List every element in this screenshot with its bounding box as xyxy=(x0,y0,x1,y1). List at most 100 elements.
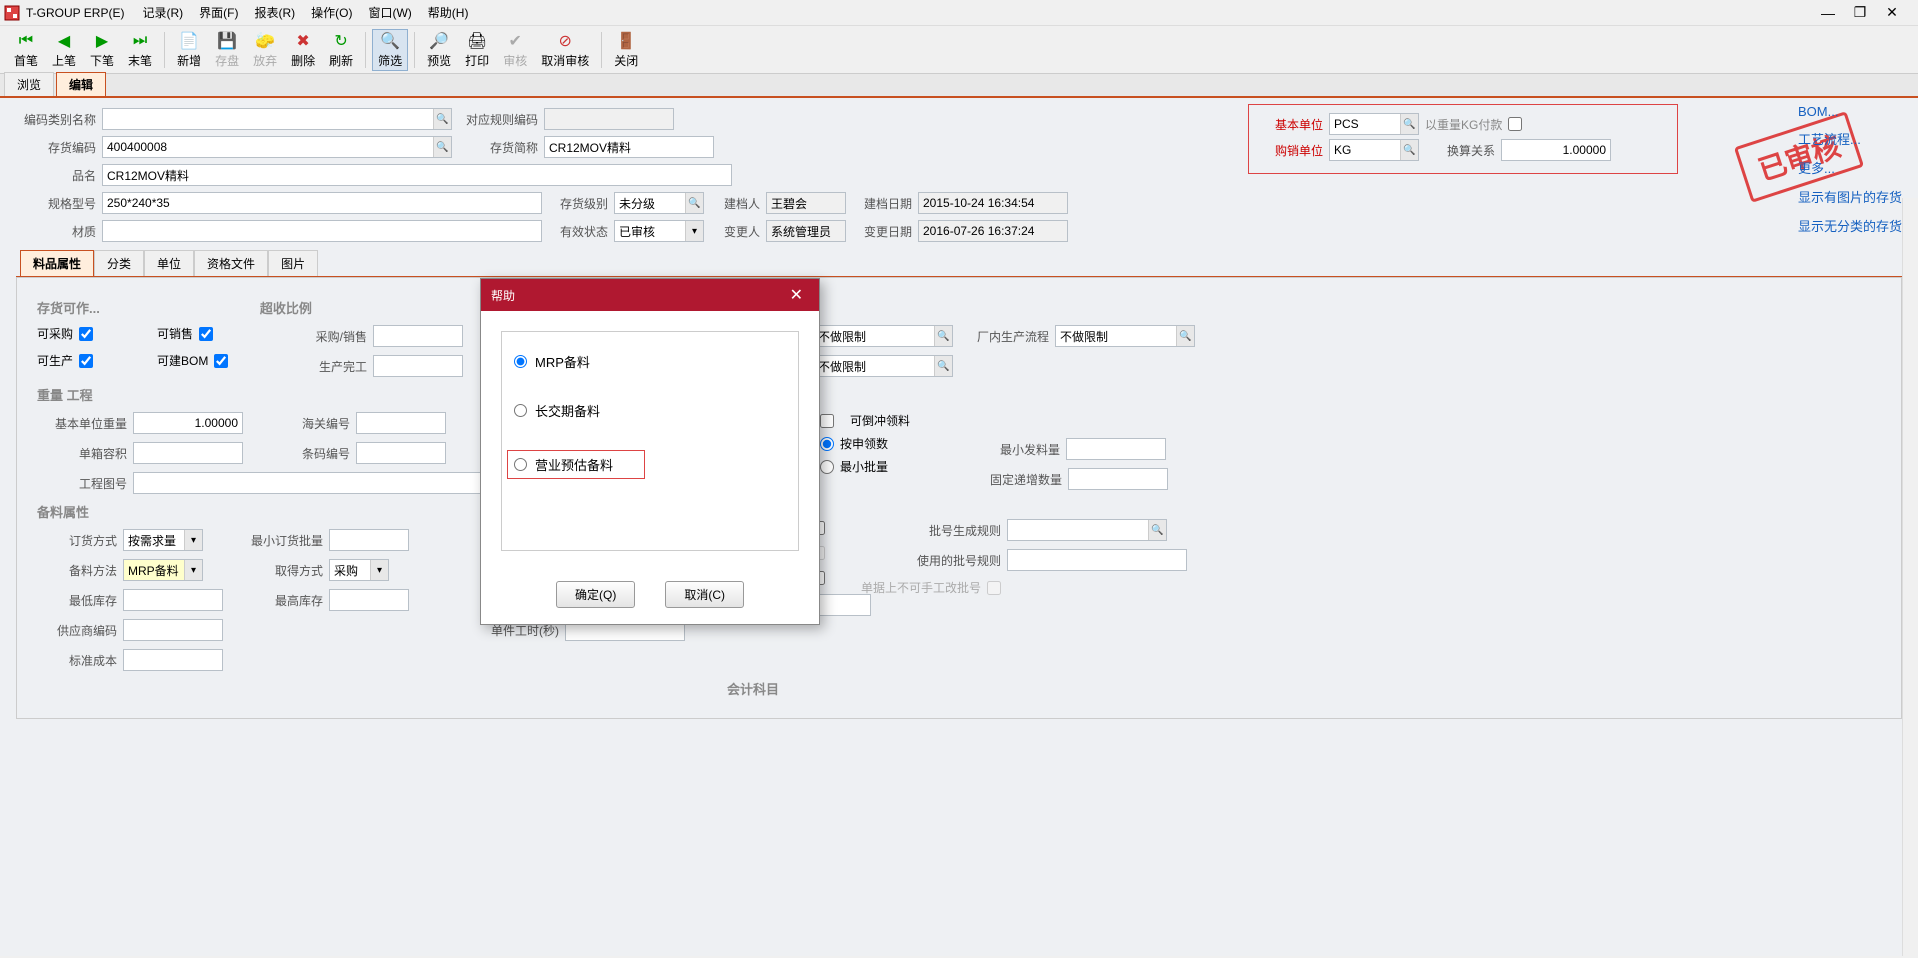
menu-operation[interactable]: 操作(O) xyxy=(303,1,360,24)
attr-panel: 存货可作... 超收比例 可采购 可销售 可生产 可建BOM 采购/销售 生产完… xyxy=(16,277,1902,719)
cancel-button[interactable]: 取消(C) xyxy=(665,581,744,608)
inp-prodfinish[interactable] xyxy=(373,355,463,377)
inp-minissue[interactable] xyxy=(1066,438,1166,460)
lookup-icon[interactable]: 🔍 xyxy=(433,109,451,129)
lookup-icon[interactable]: 🔍 xyxy=(1400,114,1418,134)
link-nocat[interactable]: 显示无分类的存货 xyxy=(1798,216,1902,235)
radio-byapply[interactable]: 按申领数 xyxy=(820,435,910,452)
menu-report[interactable]: 报表(R) xyxy=(246,1,303,24)
tab-browse[interactable]: 浏览 xyxy=(4,72,54,96)
tb-prev[interactable]: ◀上笔 xyxy=(46,29,82,71)
subtab-unit[interactable]: 单位 xyxy=(144,250,194,276)
subtab-attr[interactable]: 料品属性 xyxy=(20,250,94,276)
tb-new[interactable]: 📄新增 xyxy=(171,29,207,71)
dropdown-icon[interactable]: ▾ xyxy=(685,221,703,241)
chk-can-sell[interactable]: 可销售 xyxy=(157,325,267,342)
inp-maxstock[interactable] xyxy=(329,589,409,611)
inp-fixedincr[interactable] xyxy=(1068,468,1168,490)
chk-can-bom[interactable]: 可建BOM xyxy=(157,352,267,369)
inp-supplier[interactable] xyxy=(123,619,223,641)
inp-name[interactable] xyxy=(102,164,732,186)
radio-mrp[interactable]: MRP备料 xyxy=(514,352,786,371)
tb-next[interactable]: ▶下笔 xyxy=(84,29,120,71)
close-icon[interactable]: ✕ xyxy=(1880,5,1904,21)
subtab-image[interactable]: 图片 xyxy=(268,250,318,276)
inp-convert[interactable] xyxy=(1501,139,1611,161)
lbl-status: 有效状态 xyxy=(548,223,608,240)
inp-purchsale[interactable] xyxy=(373,325,463,347)
menu-help[interactable]: 帮助(H) xyxy=(420,1,477,24)
inp-stdcost[interactable] xyxy=(123,649,223,671)
lbl-barcode: 条码编号 xyxy=(280,445,350,462)
chk-reverse[interactable]: 可倒冲领料 xyxy=(820,412,910,429)
tb-delete[interactable]: ✖删除 xyxy=(285,29,321,71)
lbl-prepmethod: 备料方法 xyxy=(37,562,117,579)
lookup-icon[interactable]: 🔍 xyxy=(1176,326,1194,346)
link-bom[interactable]: BOM... xyxy=(1798,104,1902,119)
tb-audit[interactable]: ✔审核 xyxy=(497,29,533,71)
inp-usedlotrule[interactable] xyxy=(1007,549,1187,571)
menu-record[interactable]: 记录(R) xyxy=(134,1,191,24)
link-process[interactable]: 工艺流程... xyxy=(1798,129,1902,148)
lookup-icon[interactable]: 🔍 xyxy=(934,326,952,346)
dropdown-icon[interactable]: ▾ xyxy=(184,530,202,550)
tb-refresh[interactable]: ↻刷新 xyxy=(323,29,359,71)
inp-minstock[interactable] xyxy=(123,589,223,611)
inp-barcode[interactable] xyxy=(356,442,446,464)
minimize-icon[interactable]: — xyxy=(1816,5,1840,21)
inp-boxvol[interactable] xyxy=(133,442,243,464)
first-icon: ⏮ xyxy=(16,31,36,51)
lookup-icon[interactable]: 🔍 xyxy=(433,137,451,157)
radio-minlot[interactable]: 最小批量 xyxy=(820,458,910,475)
restore-icon[interactable]: ❐ xyxy=(1848,5,1872,21)
radio-estimate[interactable]: 营业预估备料 xyxy=(507,450,645,479)
dialog-close-icon[interactable]: ✕ xyxy=(784,285,809,305)
lookup-icon[interactable]: 🔍 xyxy=(685,193,703,213)
radio-longlead[interactable]: 长交期备料 xyxy=(514,401,786,420)
dropdown-icon[interactable]: ▾ xyxy=(370,560,388,580)
lookup-icon[interactable]: 🔍 xyxy=(934,356,952,376)
tb-print[interactable]: 🖨打印 xyxy=(459,29,495,71)
inp-inhouse[interactable] xyxy=(1055,325,1195,347)
chk-can-purchase[interactable]: 可采购 xyxy=(37,325,147,342)
tb-filter[interactable]: 🔍筛选 xyxy=(372,29,408,71)
menu-interface[interactable]: 界面(F) xyxy=(191,1,246,24)
lbl-minissue: 最小发料量 xyxy=(990,441,1060,458)
lbl-abbr: 存货简称 xyxy=(458,139,538,156)
link-withimg[interactable]: 显示有图片的存货 xyxy=(1798,187,1902,206)
lookup-icon[interactable]: 🔍 xyxy=(1148,520,1166,540)
tab-edit[interactable]: 编辑 xyxy=(56,72,106,96)
link-more[interactable]: 更多... xyxy=(1798,158,1902,177)
tb-save[interactable]: 💾存盘 xyxy=(209,29,245,71)
inp-spec[interactable] xyxy=(102,192,542,214)
lbl-code: 存货编码 xyxy=(16,139,96,156)
inp-customs[interactable] xyxy=(356,412,446,434)
inp-code[interactable] xyxy=(102,136,452,158)
prev-icon: ◀ xyxy=(54,31,74,51)
menu-window[interactable]: 窗口(W) xyxy=(360,1,419,24)
tb-discard[interactable]: 🧽放弃 xyxy=(247,29,283,71)
tb-last[interactable]: ⏭末笔 xyxy=(122,29,158,71)
tb-unaudit[interactable]: ⊘取消审核 xyxy=(535,29,595,71)
tb-preview[interactable]: 🔎预览 xyxy=(421,29,457,71)
subtab-category[interactable]: 分类 xyxy=(94,250,144,276)
inp-minorder[interactable] xyxy=(329,529,409,551)
tb-first[interactable]: ⏮首笔 xyxy=(8,29,44,71)
dropdown-icon[interactable]: ▾ xyxy=(184,560,202,580)
tb-close[interactable]: 🚪关闭 xyxy=(608,29,644,71)
subtab-qualdoc[interactable]: 资格文件 xyxy=(194,250,268,276)
inp-category[interactable] xyxy=(102,108,452,130)
scrollbar[interactable] xyxy=(1902,198,1918,956)
chk-weightpay[interactable]: 以重量KG付款 xyxy=(1425,116,1522,133)
chk-can-produce[interactable]: 可生产 xyxy=(37,352,147,369)
inp-baseweight[interactable] xyxy=(133,412,243,434)
inp-lotgenrule[interactable] xyxy=(1007,519,1167,541)
ok-button[interactable]: 确定(Q) xyxy=(556,581,635,608)
window-controls: — ❐ ✕ xyxy=(1816,5,1914,21)
inp-nolimit2[interactable] xyxy=(813,355,953,377)
lbl-prodfinish: 生产完工 xyxy=(297,358,367,375)
inp-abbr[interactable] xyxy=(544,136,714,158)
lookup-icon[interactable]: 🔍 xyxy=(1400,140,1418,160)
inp-nolimit1[interactable] xyxy=(813,325,953,347)
inp-material[interactable] xyxy=(102,220,542,242)
